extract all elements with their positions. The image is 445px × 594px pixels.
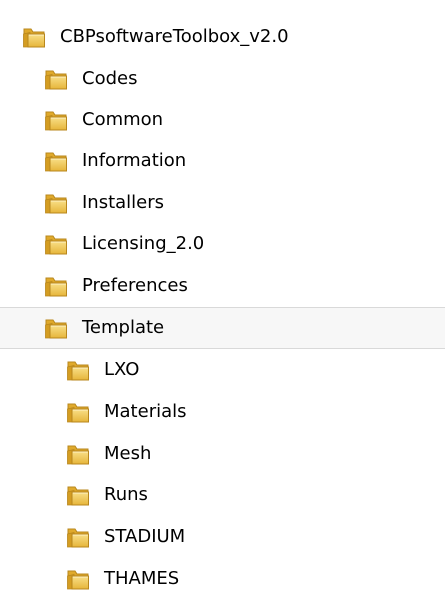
folder-icon [66,568,90,590]
tree-item-label: Template [82,317,165,338]
tree-item-label: THAMES [104,568,180,589]
folder-icon [44,192,68,214]
folder-icon [66,359,90,381]
tree-item-licensing[interactable]: Licensing_2.0 [0,223,445,265]
tree-item-template[interactable]: Template [0,307,445,349]
tree-item-materials[interactable]: Materials [0,391,445,433]
tree-item-mesh[interactable]: Mesh [0,433,445,475]
tree-item-label: Runs [104,484,148,505]
tree-item-preferences[interactable]: Preferences [0,265,445,307]
tree-item-runs[interactable]: Runs [0,474,445,516]
tree-item-thames[interactable]: THAMES [0,558,445,594]
folder-icon [44,109,68,131]
folder-icon [44,233,68,255]
folder-icon [44,275,68,297]
tree-item-label: STADIUM [104,526,186,547]
folder-icon [44,317,68,339]
tree-item-label: Installers [82,192,165,213]
folder-tree: CBPsoftwareToolbox_v2.0 Codes Common Inf… [0,0,445,594]
folder-icon [44,68,68,90]
tree-item-cbpsoftwaretoolbox[interactable]: CBPsoftwareToolbox_v2.0 [0,16,445,58]
folder-icon [66,443,90,465]
tree-item-common[interactable]: Common [0,99,445,141]
tree-item-stadium[interactable]: STADIUM [0,516,445,558]
tree-item-label: Codes [82,68,138,89]
tree-item-codes[interactable]: Codes [0,58,445,100]
folder-icon [22,26,46,48]
folder-icon [66,401,90,423]
tree-item-label: Common [82,109,164,130]
tree-item-label: CBPsoftwareToolbox_v2.0 [60,26,289,47]
folder-icon [66,484,90,506]
tree-item-label: Mesh [104,443,152,464]
tree-item-lxo[interactable]: LXO [0,349,445,391]
folder-icon [44,150,68,172]
tree-item-label: Preferences [82,275,188,296]
tree-item-information[interactable]: Information [0,140,445,182]
tree-item-label: Licensing_2.0 [82,233,205,254]
tree-item-installers[interactable]: Installers [0,182,445,224]
tree-item-label: Information [82,150,187,171]
tree-item-label: Materials [104,401,187,422]
folder-icon [66,526,90,548]
tree-item-label: LXO [104,359,140,380]
